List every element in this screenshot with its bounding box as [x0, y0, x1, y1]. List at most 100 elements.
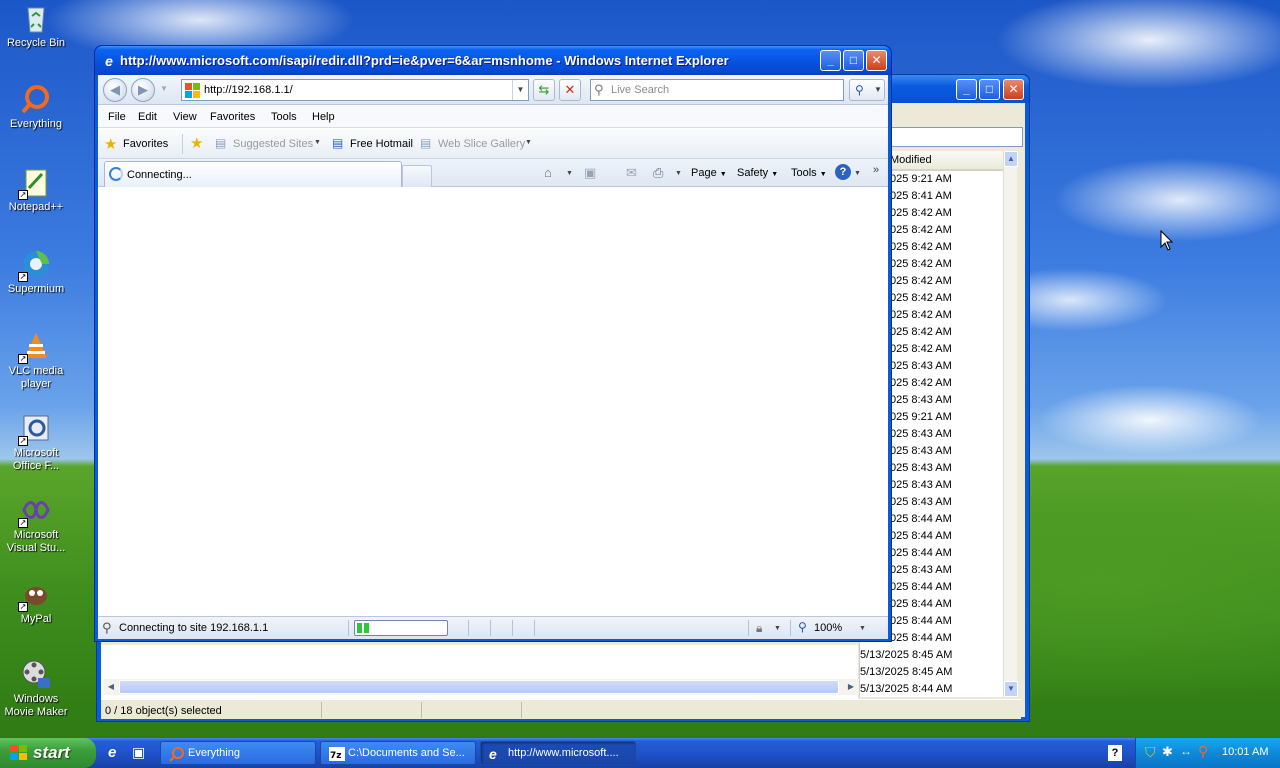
- zoom-level[interactable]: 100%: [814, 622, 842, 634]
- explorer-row-modified[interactable]: 5/13/2025 8:45 AM: [860, 649, 1006, 666]
- everything-search-icon: [20, 83, 52, 115]
- status-separator: [490, 620, 491, 636]
- status-separator: [348, 620, 349, 636]
- menu-favorites[interactable]: Favorites: [210, 111, 255, 123]
- explorer-horizontal-scrollbar[interactable]: ◀ ▶: [103, 679, 859, 695]
- desktop-icon-supermium[interactable]: ↗ Supermium: [2, 248, 70, 296]
- favorites-star-icon: ★: [104, 136, 118, 153]
- ie-navigation-bar: ◀ ▶ ▼ http://192.168.1.1/ ▼ ⇆ ✕ ⚲ ⚲▼: [98, 75, 888, 105]
- zoom-dropdown-icon[interactable]: ▼: [859, 625, 866, 632]
- quicklaunch-show-desktop-icon[interactable]: ▣: [132, 744, 145, 761]
- search-input[interactable]: [611, 82, 841, 98]
- menu-edit[interactable]: Edit: [138, 111, 157, 123]
- desktop-icon-visual-studio[interactable]: ↗ Microsoft Visual Stu...: [2, 494, 70, 555]
- search-box[interactable]: ⚲: [590, 79, 844, 101]
- forward-arrow-icon: ▶: [138, 82, 148, 97]
- page-menu-button[interactable]: Page ▼: [691, 167, 727, 179]
- connection-icon[interactable]: ↔: [1180, 744, 1192, 758]
- tab-connecting[interactable]: Connecting...: [104, 161, 402, 187]
- desktop-icon-label: MyPal: [20, 613, 52, 625]
- tools-menu-button[interactable]: Tools ▼: [791, 167, 827, 179]
- page-content-area[interactable]: [98, 188, 888, 616]
- read-mail-icon[interactable]: ✉: [626, 165, 637, 181]
- ie-titlebar[interactable]: e http://www.microsoft.com/isapi/redir.d…: [95, 46, 891, 75]
- refresh-icon: ⇆: [538, 82, 550, 97]
- desktop-icon-vlc[interactable]: ↗ VLC media player: [2, 330, 70, 391]
- explorer-vertical-scrollbar[interactable]: ▲ ▼: [1003, 151, 1018, 697]
- search-button[interactable]: ⚲ ▼: [849, 79, 885, 101]
- explorer-address-field[interactable]: [887, 127, 1023, 147]
- web-slice-dropdown-icon[interactable]: ▼: [525, 139, 532, 146]
- help-dropdown-icon[interactable]: ▼: [854, 170, 861, 177]
- protected-mode-dropdown-icon[interactable]: ▼: [774, 625, 781, 632]
- security-shield-icon[interactable]: ⛉: [1145, 744, 1156, 761]
- home-icon[interactable]: ⌂: [544, 165, 552, 180]
- suggested-sites-link[interactable]: Suggested Sites: [233, 138, 313, 150]
- network-icon[interactable]: ✱: [1162, 744, 1173, 760]
- status-separator: [534, 620, 535, 636]
- menu-file[interactable]: File: [108, 111, 126, 123]
- feeds-icon[interactable]: ▣: [584, 165, 596, 181]
- recent-pages-dropdown-icon[interactable]: ▼: [160, 84, 168, 93]
- windows-logo-icon: [10, 745, 27, 760]
- web-slice-gallery-link[interactable]: Web Slice Gallery: [438, 138, 525, 150]
- ie-close-button[interactable]: ✕: [866, 50, 887, 71]
- scroll-right-arrow-icon[interactable]: ▶: [843, 679, 859, 695]
- safety-menu-button[interactable]: Safety ▼: [737, 167, 778, 179]
- desktop-icon-movie-maker[interactable]: Windows Movie Maker: [2, 658, 70, 719]
- ie-minimize-button[interactable]: _: [820, 50, 841, 71]
- explorer-row-modified[interactable]: 5/13/2025 8:45 AM: [860, 666, 1006, 683]
- protected-mode-lock-icon[interactable]: 🔒︎: [756, 621, 762, 636]
- recycle-bin-icon: [20, 2, 52, 34]
- ie-window[interactable]: e http://www.microsoft.com/isapi/redir.d…: [94, 45, 892, 642]
- scroll-left-arrow-icon[interactable]: ◀: [103, 679, 119, 695]
- forward-button[interactable]: ▶: [131, 78, 155, 102]
- search-options-dropdown-icon[interactable]: ▼: [874, 80, 882, 100]
- desktop-icon-mypal[interactable]: ↗ MyPal: [2, 578, 70, 626]
- desktop-icon-notepadpp[interactable]: ↗ Notepad++: [2, 166, 70, 214]
- favorites-button[interactable]: Favorites: [123, 138, 168, 150]
- desktop-icon-office[interactable]: ↗ Microsoft Office F...: [2, 412, 70, 473]
- print-dropdown-icon[interactable]: ▼: [675, 170, 682, 177]
- refresh-button[interactable]: ⇆: [533, 79, 555, 101]
- status-text: Connecting to site 192.168.1.1: [119, 622, 269, 634]
- free-hotmail-link[interactable]: Free Hotmail: [350, 138, 413, 150]
- start-button[interactable]: start: [0, 738, 96, 768]
- print-icon[interactable]: ⎙: [653, 165, 663, 181]
- desktop-icon-everything[interactable]: Everything: [2, 83, 70, 131]
- help-icon[interactable]: ?: [835, 164, 851, 180]
- zoom-magnifier-icon: ⚲: [798, 620, 807, 634]
- quicklaunch-ie-icon[interactable]: e: [108, 744, 116, 761]
- home-dropdown-icon[interactable]: ▼: [566, 170, 573, 177]
- scroll-up-arrow-icon[interactable]: ▲: [1004, 151, 1018, 167]
- menu-help[interactable]: Help: [312, 111, 335, 123]
- address-bar[interactable]: http://192.168.1.1/ ▼: [181, 79, 529, 101]
- address-dropdown-icon[interactable]: ▼: [512, 80, 528, 100]
- menu-view[interactable]: View: [173, 111, 197, 123]
- explorer-minimize-button[interactable]: _: [956, 79, 977, 100]
- suggested-sites-dropdown-icon[interactable]: ▼: [314, 139, 321, 146]
- back-button[interactable]: ◀: [103, 78, 127, 102]
- everything-tray-icon[interactable]: ⚲: [1198, 743, 1208, 760]
- progress-fill: [357, 623, 370, 633]
- add-to-favorites-bar-icon[interactable]: ★: [190, 134, 203, 152]
- taskbar-button-ie[interactable]: e http://www.microsoft....: [480, 741, 636, 765]
- help-tray-icon[interactable]: ?: [1108, 745, 1122, 761]
- stop-button[interactable]: ✕: [559, 79, 581, 101]
- scroll-down-arrow-icon[interactable]: ▼: [1004, 681, 1018, 697]
- web-slice-page-icon: ▤: [420, 136, 432, 150]
- clock[interactable]: 10:01 AM: [1222, 746, 1268, 758]
- taskbar-button-7zip[interactable]: 7z C:\Documents and Se...: [320, 741, 476, 765]
- menu-tools[interactable]: Tools: [271, 111, 297, 123]
- explorer-maximize-button[interactable]: □: [979, 79, 1000, 100]
- shortcut-arrow-icon: ↗: [18, 602, 28, 612]
- address-text[interactable]: http://192.168.1.1/: [204, 84, 293, 96]
- horizontal-scroll-thumb[interactable]: [119, 680, 839, 694]
- new-tab-button[interactable]: [402, 165, 432, 187]
- desktop-icon-recycle-bin[interactable]: Recycle Bin: [2, 2, 70, 50]
- taskbar-button-everything[interactable]: Everything: [160, 741, 316, 765]
- explorer-row-modified[interactable]: 5/13/2025 8:44 AM: [860, 683, 1006, 700]
- ie-maximize-button[interactable]: □: [843, 50, 864, 71]
- explorer-close-button[interactable]: ✕: [1003, 79, 1024, 100]
- toolbar-overflow-chevron-icon[interactable]: »: [873, 164, 879, 176]
